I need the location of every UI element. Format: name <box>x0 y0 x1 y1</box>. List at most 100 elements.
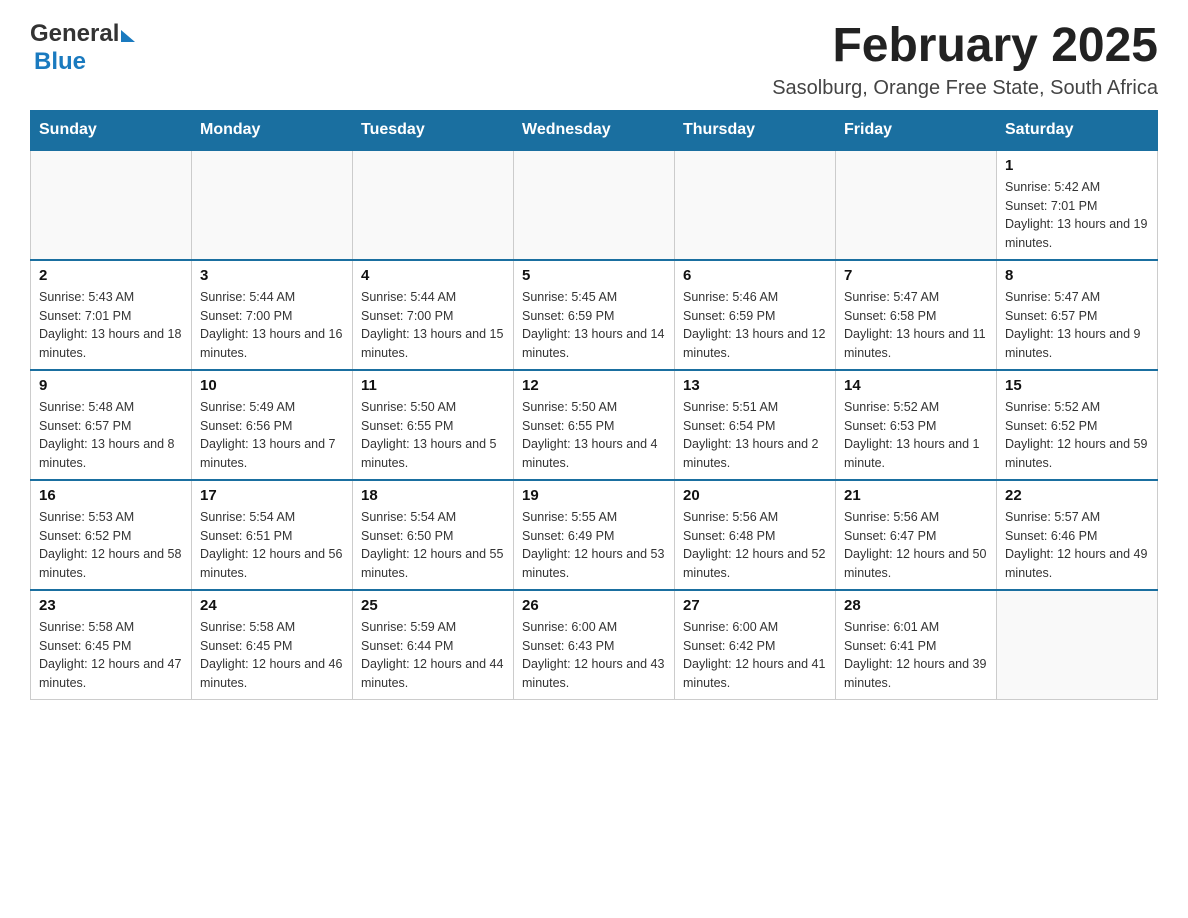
calendar-day-cell: 27 Sunrise: 6:00 AMSunset: 6:42 PMDayligh… <box>675 590 836 700</box>
calendar-day-cell <box>675 150 836 260</box>
title-section: February 2025 Sasolburg, Orange Free Sta… <box>772 20 1158 100</box>
calendar-day-cell <box>31 150 192 260</box>
calendar-day-header: Wednesday <box>514 110 675 150</box>
day-info: Sunrise: 5:54 AMSunset: 6:51 PMDaylight:… <box>200 508 344 583</box>
day-info: Sunrise: 5:56 AMSunset: 6:48 PMDaylight:… <box>683 508 827 583</box>
calendar-day-cell: 18 Sunrise: 5:54 AMSunset: 6:50 PMDayligh… <box>353 480 514 590</box>
calendar-day-header: Thursday <box>675 110 836 150</box>
day-number: 4 <box>361 267 505 284</box>
day-number: 26 <box>522 597 666 614</box>
calendar-day-cell: 15 Sunrise: 5:52 AMSunset: 6:52 PMDayligh… <box>997 370 1158 480</box>
calendar-day-cell <box>836 150 997 260</box>
day-info: Sunrise: 5:57 AMSunset: 6:46 PMDaylight:… <box>1005 508 1149 583</box>
calendar-day-cell: 14 Sunrise: 5:52 AMSunset: 6:53 PMDayligh… <box>836 370 997 480</box>
day-number: 1 <box>1005 157 1149 174</box>
calendar-day-cell: 4 Sunrise: 5:44 AMSunset: 7:00 PMDaylight… <box>353 260 514 370</box>
day-number: 14 <box>844 377 988 394</box>
calendar-week-row: 16Sunrise: 5:53 AMSunset: 6:52 PMDayligh… <box>31 480 1158 590</box>
day-number: 9 <box>39 377 183 394</box>
calendar-week-row: 9 Sunrise: 5:48 AMSunset: 6:57 PMDaylight… <box>31 370 1158 480</box>
calendar-day-cell: 1 Sunrise: 5:42 AMSunset: 7:01 PMDaylight… <box>997 150 1158 260</box>
calendar-day-cell: 21Sunrise: 5:56 AMSunset: 6:47 PMDayligh… <box>836 480 997 590</box>
day-info: Sunrise: 5:51 AMSunset: 6:54 PMDaylight:… <box>683 398 827 473</box>
day-number: 19 <box>522 487 666 504</box>
day-info: Sunrise: 5:58 AMSunset: 6:45 PMDaylight:… <box>200 618 344 693</box>
day-info: Sunrise: 6:00 AMSunset: 6:42 PMDaylight:… <box>683 618 827 693</box>
day-number: 13 <box>683 377 827 394</box>
calendar-day-header: Friday <box>836 110 997 150</box>
calendar-day-cell: 9 Sunrise: 5:48 AMSunset: 6:57 PMDaylight… <box>31 370 192 480</box>
day-info: Sunrise: 5:52 AMSunset: 6:52 PMDaylight:… <box>1005 398 1149 473</box>
calendar-day-cell: 5 Sunrise: 5:45 AMSunset: 6:59 PMDaylight… <box>514 260 675 370</box>
day-info: Sunrise: 5:42 AMSunset: 7:01 PMDaylight:… <box>1005 178 1149 253</box>
day-info: Sunrise: 5:58 AMSunset: 6:45 PMDaylight:… <box>39 618 183 693</box>
day-number: 20 <box>683 487 827 504</box>
calendar-day-header: Sunday <box>31 110 192 150</box>
day-info: Sunrise: 5:44 AMSunset: 7:00 PMDaylight:… <box>200 288 344 363</box>
logo: General Blue <box>30 20 135 76</box>
day-info: Sunrise: 5:53 AMSunset: 6:52 PMDaylight:… <box>39 508 183 583</box>
day-info: Sunrise: 5:47 AMSunset: 6:57 PMDaylight:… <box>1005 288 1149 363</box>
day-info: Sunrise: 5:54 AMSunset: 6:50 PMDaylight:… <box>361 508 505 583</box>
day-number: 27 <box>683 597 827 614</box>
day-number: 22 <box>1005 487 1149 504</box>
calendar-day-cell <box>192 150 353 260</box>
calendar-day-header: Saturday <box>997 110 1158 150</box>
calendar-day-cell: 24 Sunrise: 5:58 AMSunset: 6:45 PMDayligh… <box>192 590 353 700</box>
calendar-day-cell: 19 Sunrise: 5:55 AMSunset: 6:49 PMDayligh… <box>514 480 675 590</box>
day-info: Sunrise: 5:46 AMSunset: 6:59 PMDaylight:… <box>683 288 827 363</box>
calendar-day-cell: 6 Sunrise: 5:46 AMSunset: 6:59 PMDaylight… <box>675 260 836 370</box>
calendar-day-cell <box>997 590 1158 700</box>
day-info: Sunrise: 5:44 AMSunset: 7:00 PMDaylight:… <box>361 288 505 363</box>
day-number: 24 <box>200 597 344 614</box>
day-info: Sunrise: 5:52 AMSunset: 6:53 PMDaylight:… <box>844 398 988 473</box>
logo-blue-text: Blue <box>34 48 86 75</box>
calendar-day-cell <box>353 150 514 260</box>
calendar-day-cell: 26 Sunrise: 6:00 AMSunset: 6:43 PMDayligh… <box>514 590 675 700</box>
logo-triangle-icon <box>121 30 135 42</box>
calendar-week-row: 1 Sunrise: 5:42 AMSunset: 7:01 PMDaylight… <box>31 150 1158 260</box>
calendar-week-row: 2Sunrise: 5:43 AMSunset: 7:01 PMDaylight… <box>31 260 1158 370</box>
calendar-day-cell: 20 Sunrise: 5:56 AMSunset: 6:48 PMDayligh… <box>675 480 836 590</box>
day-info: Sunrise: 5:50 AMSunset: 6:55 PMDaylight:… <box>361 398 505 473</box>
day-number: 3 <box>200 267 344 284</box>
day-info: Sunrise: 5:49 AMSunset: 6:56 PMDaylight:… <box>200 398 344 473</box>
day-info: Sunrise: 5:45 AMSunset: 6:59 PMDaylight:… <box>522 288 666 363</box>
calendar-day-cell: 16Sunrise: 5:53 AMSunset: 6:52 PMDayligh… <box>31 480 192 590</box>
day-number: 10 <box>200 377 344 394</box>
day-number: 11 <box>361 377 505 394</box>
day-number: 12 <box>522 377 666 394</box>
calendar-day-cell: 28 Sunrise: 6:01 AMSunset: 6:41 PMDayligh… <box>836 590 997 700</box>
month-title: February 2025 <box>772 20 1158 73</box>
page-header: General Blue February 2025 Sasolburg, Or… <box>30 20 1158 100</box>
day-info: Sunrise: 5:48 AMSunset: 6:57 PMDaylight:… <box>39 398 183 473</box>
calendar-day-header: Tuesday <box>353 110 514 150</box>
calendar-day-cell: 17 Sunrise: 5:54 AMSunset: 6:51 PMDayligh… <box>192 480 353 590</box>
day-info: Sunrise: 6:01 AMSunset: 6:41 PMDaylight:… <box>844 618 988 693</box>
day-number: 23 <box>39 597 183 614</box>
calendar-day-cell: 2Sunrise: 5:43 AMSunset: 7:01 PMDaylight… <box>31 260 192 370</box>
day-info: Sunrise: 5:43 AMSunset: 7:01 PMDaylight:… <box>39 288 183 363</box>
day-info: Sunrise: 5:50 AMSunset: 6:55 PMDaylight:… <box>522 398 666 473</box>
day-number: 6 <box>683 267 827 284</box>
day-number: 15 <box>1005 377 1149 394</box>
location-subtitle: Sasolburg, Orange Free State, South Afri… <box>772 77 1158 100</box>
day-info: Sunrise: 5:56 AMSunset: 6:47 PMDaylight:… <box>844 508 988 583</box>
calendar-day-header: Monday <box>192 110 353 150</box>
day-info: Sunrise: 5:47 AMSunset: 6:58 PMDaylight:… <box>844 288 988 363</box>
day-number: 17 <box>200 487 344 504</box>
calendar-table: SundayMondayTuesdayWednesdayThursdayFrid… <box>30 110 1158 700</box>
day-info: Sunrise: 6:00 AMSunset: 6:43 PMDaylight:… <box>522 618 666 693</box>
calendar-day-cell: 3 Sunrise: 5:44 AMSunset: 7:00 PMDaylight… <box>192 260 353 370</box>
calendar-week-row: 23 Sunrise: 5:58 AMSunset: 6:45 PMDayligh… <box>31 590 1158 700</box>
day-number: 18 <box>361 487 505 504</box>
calendar-day-cell: 7 Sunrise: 5:47 AMSunset: 6:58 PMDaylight… <box>836 260 997 370</box>
day-number: 7 <box>844 267 988 284</box>
day-number: 28 <box>844 597 988 614</box>
calendar-day-cell: 13 Sunrise: 5:51 AMSunset: 6:54 PMDayligh… <box>675 370 836 480</box>
calendar-day-cell: 12 Sunrise: 5:50 AMSunset: 6:55 PMDayligh… <box>514 370 675 480</box>
day-info: Sunrise: 5:55 AMSunset: 6:49 PMDaylight:… <box>522 508 666 583</box>
day-number: 5 <box>522 267 666 284</box>
calendar-day-cell <box>514 150 675 260</box>
calendar-day-cell: 23 Sunrise: 5:58 AMSunset: 6:45 PMDayligh… <box>31 590 192 700</box>
